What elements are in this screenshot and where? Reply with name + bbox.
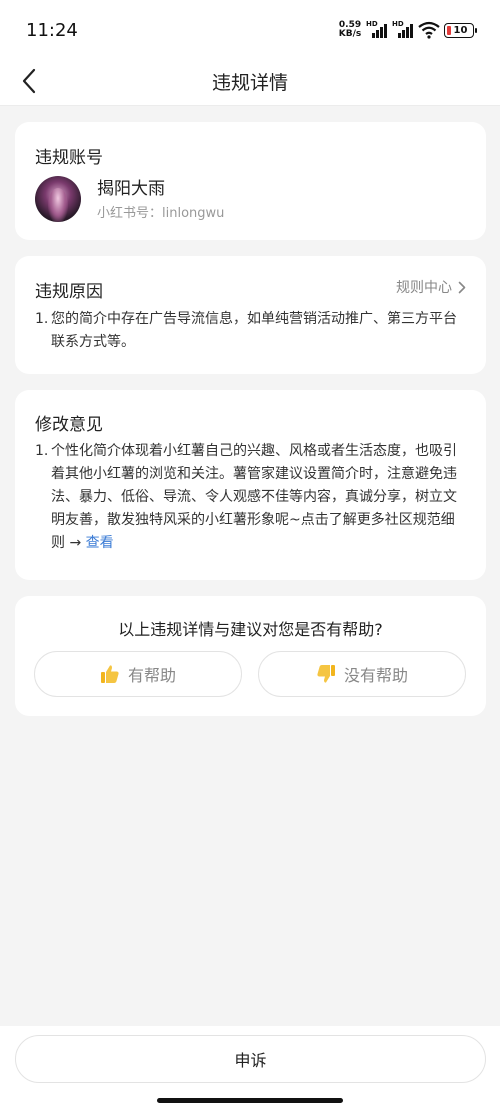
status-bar: 11:24 0.59 KB/s HD HD 10 [0, 0, 500, 56]
battery-level: 10 [453, 24, 468, 36]
signal-icon: HD [392, 20, 414, 38]
reason-card-title: 违规原因 [35, 282, 103, 302]
not-helpful-label: 没有帮助 [343, 666, 408, 685]
network-speed-unit: KB/s [338, 29, 362, 39]
appeal-button[interactable]: 申诉 [15, 1035, 486, 1083]
reason-item: 1. 您的简介中存在广告导流信息，如单纯营销活动推广、第三方平台联系方式等。 [35, 308, 466, 354]
advice-item-body: 个性化简介体现着小红薯自己的兴趣、风格或者生活态度，也吸引着其他小红薯的浏览和关… [51, 440, 466, 555]
network-speed: 0.59 KB/s [338, 21, 362, 39]
violation-reason-card: 违规原因 规则中心 1. 您的简介中存在广告导流信息，如单纯营销活动推广、第三方… [15, 256, 486, 374]
avatar[interactable] [35, 176, 81, 222]
status-time: 11:24 [26, 20, 78, 41]
account-id: 小红书号：linlongwu [97, 206, 225, 221]
battery-icon: 10 [444, 22, 477, 38]
sim2-hd-label: HD [392, 20, 404, 28]
helpful-label: 有帮助 [127, 666, 176, 685]
reason-item-index: 1. [35, 311, 49, 327]
feedback-question: 以上违规详情与建议对您是否有帮助? [118, 620, 383, 639]
rules-center-label: 规则中心 [396, 280, 452, 296]
account-card-title: 违规账号 [35, 148, 103, 168]
advice-item: 1. 个性化简介体现着小红薯自己的兴趣、风格或者生活态度，也吸引着其他小红薯的浏… [35, 440, 466, 555]
thumbs-up-icon [100, 665, 119, 683]
page-title: 违规详情 [211, 72, 288, 94]
modification-advice-card: 修改意见 1. 个性化简介体现着小红薯自己的兴趣、风格或者生活态度，也吸引着其他… [15, 390, 486, 580]
helpful-button[interactable]: 有帮助 [34, 651, 242, 697]
thumbs-down-icon [317, 665, 335, 683]
wifi-icon [418, 21, 440, 39]
advice-item-index: 1. [35, 443, 49, 459]
status-icons: 0.59 KB/s HD HD 10 [338, 19, 477, 41]
reason-item-text: 您的简介中存在广告导流信息，如单纯营销活动推广、第三方平台联系方式等。 [51, 311, 457, 350]
sim1-hd-label: HD [366, 20, 378, 28]
appeal-label: 申诉 [234, 1051, 267, 1070]
signal-icon: HD [366, 20, 388, 38]
home-indicator[interactable] [157, 1098, 343, 1103]
rules-center-link[interactable]: 规则中心 [396, 277, 466, 297]
advice-card-title: 修改意见 [35, 415, 103, 435]
view-rules-link[interactable]: 查看 [86, 535, 114, 551]
violation-account-card: 违规账号 揭阳大雨 小红书号：linlongwu [15, 122, 486, 240]
chevron-right-icon [458, 281, 466, 293]
account-name: 揭阳大雨 [97, 179, 165, 199]
feedback-card: 以上违规详情与建议对您是否有帮助? 有帮助 没有帮助 [15, 596, 486, 716]
nav-bar: 违规详情 [0, 56, 500, 106]
bottom-bar: 申诉 [0, 1026, 500, 1111]
not-helpful-button[interactable]: 没有帮助 [258, 651, 466, 697]
